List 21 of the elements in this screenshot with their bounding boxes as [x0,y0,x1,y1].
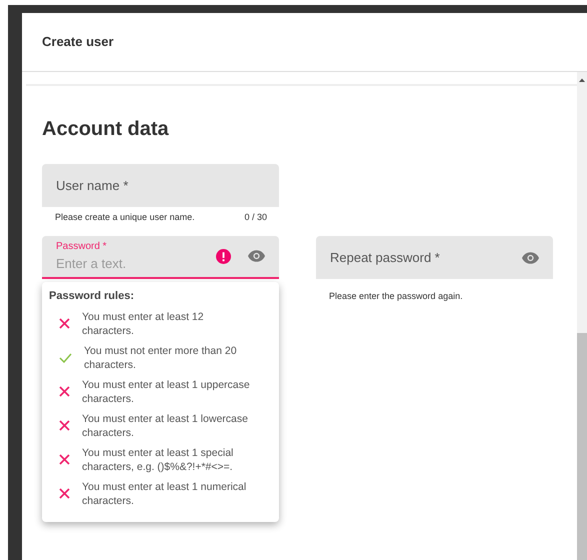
user-name-field[interactable]: User name * [42,164,279,207]
rule-text: You must enter at least 1 numerical characters. [82,480,248,508]
rule-text: You must enter at least 1 lowercase characters. [82,412,249,440]
section-title: Account data [42,117,170,142]
rule-text: You must enter at least 1 special characters, e.g. ()$%&?!+*#<>=. [82,446,234,474]
eye-icon[interactable] [248,250,265,262]
rule-text: You must not enter more than 20 characters. [84,344,238,372]
rule-text: You must enter at least 1 uppercase characters. [82,378,251,406]
scrollbar-thumb[interactable] [577,333,587,560]
helper-text: Please enter the password again. [329,291,463,301]
error-icon [216,248,231,264]
repeat-password-field[interactable]: Repeat password * [316,236,553,279]
placeholder-text: Enter a text. [56,254,128,273]
password-field[interactable]: Password * Enter a text. [42,236,279,278]
character-counter: 0 / 30 [244,211,267,224]
eye-icon[interactable] [522,252,539,264]
popup-title: Password rules: [49,290,134,302]
dialog-title: Create user [42,33,114,52]
rule-text: You must enter at least 12 characters. [82,310,205,338]
scrollbar[interactable] [577,72,587,560]
helper-text: Please create a unique user name. [55,211,195,224]
